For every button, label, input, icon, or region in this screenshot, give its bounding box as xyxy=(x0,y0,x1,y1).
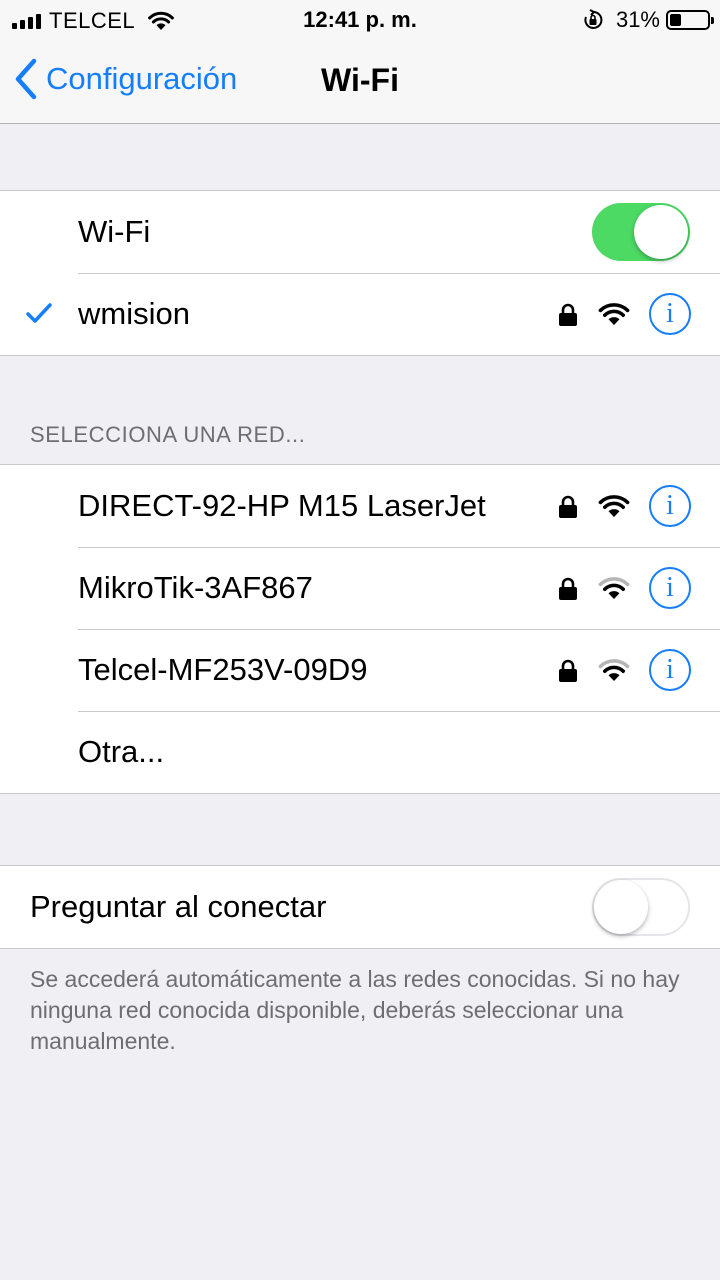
ask-to-join-label: Preguntar al conectar xyxy=(30,889,327,924)
wifi-label: Wi-Fi xyxy=(78,214,151,249)
ask-to-join-group: Preguntar al conectar xyxy=(0,865,720,949)
lock-icon xyxy=(559,303,577,326)
wifi-icon xyxy=(598,659,630,681)
ask-to-join-row: Preguntar al conectar xyxy=(0,866,720,948)
lock-icon xyxy=(559,659,577,682)
wifi-icon xyxy=(598,303,630,325)
wifi-icon xyxy=(598,577,630,599)
wifi-toggle-row: Wi-Fi xyxy=(0,191,720,273)
battery-fill xyxy=(670,14,682,26)
network-row[interactable]: MikroTik-3AF867 i xyxy=(0,547,720,629)
info-icon[interactable]: i xyxy=(649,293,691,335)
network-row[interactable]: Telcel-MF253V-09D9 i xyxy=(0,629,720,711)
network-row[interactable]: DIRECT-92-HP M15 LaserJet i xyxy=(0,465,720,547)
networks-section-header: SELECCIONA UNA RED... xyxy=(30,422,306,447)
network-list: DIRECT-92-HP M15 LaserJet i MikroTik-3AF… xyxy=(0,464,720,794)
lock-icon xyxy=(559,577,577,600)
connected-network-row[interactable]: wmision i xyxy=(0,273,720,355)
wifi-icon xyxy=(598,495,630,517)
wifi-toggle[interactable] xyxy=(592,203,690,261)
other-network-label: Otra... xyxy=(78,734,165,769)
status-right: 31% xyxy=(582,7,714,33)
ask-to-join-note: Se accederá automáticamente a las redes … xyxy=(30,966,680,1054)
network-name: Telcel-MF253V-09D9 xyxy=(78,652,368,687)
page-title: Wi-Fi xyxy=(321,62,399,98)
lock-icon xyxy=(559,495,577,518)
toggle-knob xyxy=(594,880,648,934)
toggle-knob xyxy=(634,205,688,259)
info-icon[interactable]: i xyxy=(649,567,691,609)
wifi-group: Wi-Fi wmision i xyxy=(0,190,720,356)
info-icon[interactable]: i xyxy=(649,649,691,691)
status-bar: TELCEL 12:41 p. m. 31% xyxy=(0,0,720,40)
other-network-row[interactable]: Otra... xyxy=(0,711,720,793)
battery-percent: 31% xyxy=(615,7,660,32)
rotation-lock-icon xyxy=(584,9,603,29)
battery-icon xyxy=(666,10,714,30)
navigation-bar: Configuración Wi-Fi xyxy=(0,40,720,124)
ask-to-join-toggle[interactable] xyxy=(592,878,690,936)
network-name: MikroTik-3AF867 xyxy=(78,570,313,605)
info-icon[interactable]: i xyxy=(649,485,691,527)
network-name: DIRECT-92-HP M15 LaserJet xyxy=(78,488,486,523)
checkmark-icon xyxy=(26,303,52,323)
connected-network-name: wmision xyxy=(78,296,190,331)
